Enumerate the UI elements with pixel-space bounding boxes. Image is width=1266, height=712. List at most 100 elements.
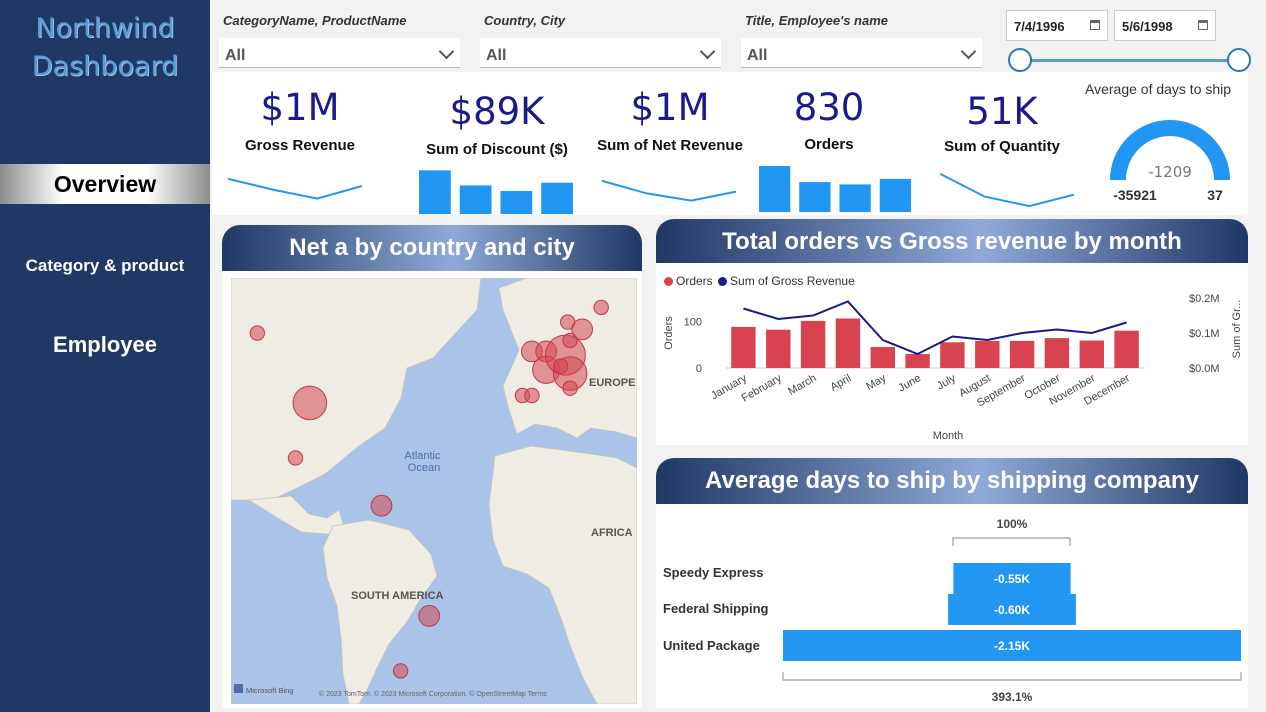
end-date-value: 5/6/1998 bbox=[1122, 19, 1173, 34]
map-panel-title: Net a by country and city bbox=[222, 225, 642, 271]
shipping-bar-value: -0.60K bbox=[994, 603, 1030, 617]
chevron-down-icon bbox=[960, 43, 977, 60]
date-range-track[interactable] bbox=[1020, 59, 1240, 62]
category-filter-dropdown[interactable]: All bbox=[219, 38, 460, 68]
start-date-input[interactable]: 7/4/1996 bbox=[1006, 10, 1108, 41]
net-revenue-sparkline bbox=[602, 179, 737, 202]
top-reference-label: 100% bbox=[997, 517, 1028, 531]
calendar-icon[interactable] bbox=[1198, 20, 1208, 30]
orders-bar[interactable] bbox=[870, 347, 895, 368]
sidebar: Northwind Dashboard Overview Category & … bbox=[0, 0, 210, 712]
orders-revenue-chart[interactable]: 0100$0.0M$0.1M$0.2MOrders Sum of Gr...Jan… bbox=[656, 288, 1248, 444]
category-filter-value: All bbox=[225, 47, 246, 64]
date-range-end-handle[interactable] bbox=[1227, 48, 1251, 72]
map-bubble[interactable] bbox=[292, 385, 328, 421]
map-bubble[interactable] bbox=[524, 387, 540, 404]
gauge-max: 37 bbox=[1207, 187, 1223, 203]
discount-mini-bar bbox=[500, 191, 533, 214]
bing-logo-icon bbox=[234, 684, 243, 693]
orders-bar[interactable] bbox=[800, 320, 826, 368]
map-bubble[interactable] bbox=[552, 358, 569, 374]
map-bubble[interactable] bbox=[560, 314, 576, 330]
atlantic-ocean-label: Atlantic Ocean bbox=[404, 450, 443, 474]
map-bubble[interactable] bbox=[370, 494, 393, 517]
shipping-chart[interactable]: -0.55K -0.60K -2.15K 100% 393.1% bbox=[656, 504, 1248, 708]
gauge-title: Average of days to ship bbox=[1085, 81, 1232, 97]
employee-filter-dropdown[interactable]: All bbox=[741, 38, 982, 68]
country-filter-label: Country, City bbox=[484, 13, 566, 28]
bottom-reference-bracket bbox=[782, 672, 1242, 681]
orders-mini-bar bbox=[759, 166, 791, 212]
y2-tick-label: $0.2M bbox=[1189, 293, 1220, 305]
start-date-value: 7/4/1996 bbox=[1014, 19, 1065, 34]
gross-revenue-label: Gross Revenue bbox=[244, 137, 356, 154]
bing-label: Microsoft Bing bbox=[246, 686, 294, 695]
legend-revenue-label: Sum of Gross Revenue bbox=[730, 274, 855, 288]
orders-bar[interactable] bbox=[766, 329, 791, 368]
orders-mini-bar bbox=[879, 178, 911, 212]
net-revenue-label: Sum of Net Revenue bbox=[597, 137, 743, 154]
bottom-reference-label: 393.1% bbox=[992, 690, 1033, 704]
orders-bar[interactable] bbox=[835, 318, 861, 369]
map-bubble[interactable] bbox=[593, 299, 609, 316]
map-bubble[interactable] bbox=[287, 450, 304, 466]
calendar-icon[interactable] bbox=[1090, 20, 1100, 30]
date-range-start-handle[interactable] bbox=[1008, 48, 1032, 72]
gauge-min: -35921 bbox=[1113, 187, 1157, 203]
gauge-value: -1209 bbox=[1148, 163, 1192, 181]
africa-label: AFRICA bbox=[591, 527, 633, 539]
map-bubble[interactable] bbox=[392, 663, 409, 679]
chart-legend: Orders Sum of Gross Revenue bbox=[664, 274, 855, 288]
quantity-value: 51K bbox=[966, 90, 1038, 133]
orders-bar[interactable] bbox=[1079, 340, 1104, 369]
x-tick-label: April bbox=[828, 372, 853, 393]
y-tick-label: 100 bbox=[684, 316, 702, 328]
y2-tick-label: $0.1M bbox=[1189, 328, 1220, 340]
orders-label: Orders bbox=[804, 136, 854, 153]
map-copyright[interactable]: © 2023 TomTom, © 2023 Microsoft Corporat… bbox=[319, 690, 547, 698]
end-date-input[interactable]: 5/6/1998 bbox=[1114, 10, 1216, 41]
chevron-down-icon bbox=[699, 43, 716, 60]
gross-revenue-value: $1M bbox=[260, 86, 340, 129]
nav-category-product[interactable]: Category & product bbox=[0, 256, 210, 276]
revenue-line[interactable] bbox=[743, 300, 1127, 356]
nav-overview[interactable]: Overview bbox=[0, 164, 210, 204]
orders-bar[interactable] bbox=[731, 326, 756, 368]
shipping-bar-value: -0.55K bbox=[994, 572, 1030, 586]
orders-bar[interactable] bbox=[1009, 340, 1035, 368]
orders-bar[interactable] bbox=[1044, 338, 1070, 368]
x-tick-label: February bbox=[740, 372, 785, 405]
orders-bar[interactable] bbox=[975, 340, 1000, 368]
category-filter-label: CategoryName, ProductName bbox=[223, 13, 407, 28]
legend-revenue[interactable]: Sum of Gross Revenue bbox=[718, 274, 855, 288]
country-filter-value: All bbox=[486, 47, 507, 64]
country-filter-dropdown[interactable]: All bbox=[480, 38, 721, 68]
dashboard: Northwind Dashboard Overview Category & … bbox=[0, 0, 1266, 712]
discount-mini-bar bbox=[459, 185, 492, 214]
map-bubble[interactable] bbox=[418, 605, 441, 627]
discount-mini-bars bbox=[419, 170, 573, 214]
quantity-label: Sum of Quantity bbox=[944, 138, 1060, 155]
orders-mini-bar bbox=[799, 182, 831, 212]
net-revenue-value: $1M bbox=[630, 86, 710, 129]
employee-filter-label: Title, Employee's name bbox=[745, 13, 889, 28]
orders-mini-bars bbox=[759, 166, 911, 212]
nav-employee[interactable]: Employee bbox=[0, 332, 210, 358]
orders-bar[interactable] bbox=[940, 342, 965, 368]
employee-filter-value: All bbox=[747, 47, 768, 64]
discount-value: $89K bbox=[449, 90, 545, 133]
y-tick-label: 0 bbox=[696, 363, 702, 375]
map-bubble[interactable] bbox=[562, 380, 578, 396]
x-tick-label: March bbox=[786, 372, 818, 398]
world-map[interactable]: Atlantic Ocean EUROPE SOUTH AMERICA AFRI… bbox=[231, 278, 637, 704]
orders-revenue-chart-title: Total orders vs Gross revenue by month bbox=[656, 219, 1248, 265]
y-axis-title: Orders bbox=[663, 316, 675, 350]
quantity-sparkline bbox=[940, 172, 1075, 208]
legend-orders[interactable]: Orders bbox=[664, 274, 713, 288]
gross-revenue-sparkline bbox=[228, 177, 363, 200]
map-bubble[interactable] bbox=[249, 325, 265, 341]
orders-bar[interactable] bbox=[905, 354, 930, 368]
revenue-legend-dot-icon bbox=[718, 277, 728, 286]
orders-bar[interactable] bbox=[1114, 330, 1139, 368]
x-tick-label: June bbox=[896, 372, 923, 394]
